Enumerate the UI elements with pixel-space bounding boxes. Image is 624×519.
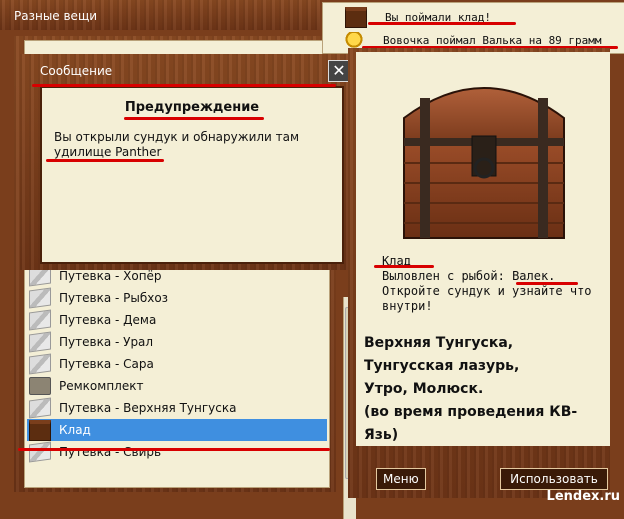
list-item[interactable]: Путевка - Рыбхоз [27,287,327,309]
details-panel: Клад Выловлен с рыбой: Валек. Откройте с… [348,48,610,498]
voucher-icon [29,309,51,331]
list-item[interactable]: Путевка - Сара [27,353,327,375]
window-title-bar: Разные вещи [0,0,320,30]
items-list: Путевка - Хопёр Путевка - Рыбхоз Путевка… [27,265,327,463]
chest-icon [345,6,367,28]
highlight-underline [32,84,336,87]
highlight-underline [368,22,516,25]
window-title: Разные вещи [14,9,98,23]
voucher-icon [29,397,51,419]
dialog-header: Сообщение [40,64,113,78]
highlight-underline [124,117,264,120]
menu-button[interactable]: Меню [376,468,426,490]
dialog-body: Предупреждение Вы открыли сундук и обнар… [40,86,344,264]
warning-title: Предупреждение [124,100,260,115]
treasure-chest-image [403,87,565,239]
voucher-icon [29,441,51,463]
list-item[interactable]: Ремкомплект [27,375,327,397]
locations-text: Верхняя Тунгуска, Тунгусская лазурь, Утр… [364,335,578,443]
list-item[interactable]: Путевка - Урал [27,331,327,353]
highlight-underline [374,265,434,268]
warning-text: Вы открыли сундук и обнаружили там удили… [54,130,300,159]
voucher-icon [29,353,51,375]
list-item[interactable]: Путевка - Дема [27,309,327,331]
voucher-icon [29,287,51,309]
chest-icon [29,419,51,441]
fish-name: Валек. [512,269,556,283]
highlight-underline [46,159,164,162]
list-item[interactable]: Путевка - Верхняя Тунгуска [27,397,327,419]
watermark: Lendex.ru [546,489,620,504]
details-content: Клад Выловлен с рыбой: Валек. Откройте с… [356,52,610,446]
notification-row: Вы поймали клад! [323,5,491,29]
highlight-underline [18,448,330,451]
list-item[interactable]: Путевка - Свирь [27,441,327,463]
item-instruction: Откройте сундук и узнайте что внутри! [382,284,592,313]
repair-kit-icon [29,377,51,395]
use-button[interactable]: Использовать [500,468,608,490]
voucher-icon [29,331,51,353]
close-icon: ✕ [332,61,346,80]
highlight-underline [516,282,578,285]
close-button[interactable]: ✕ [328,60,350,82]
list-item-selected[interactable]: Клад [27,419,327,441]
